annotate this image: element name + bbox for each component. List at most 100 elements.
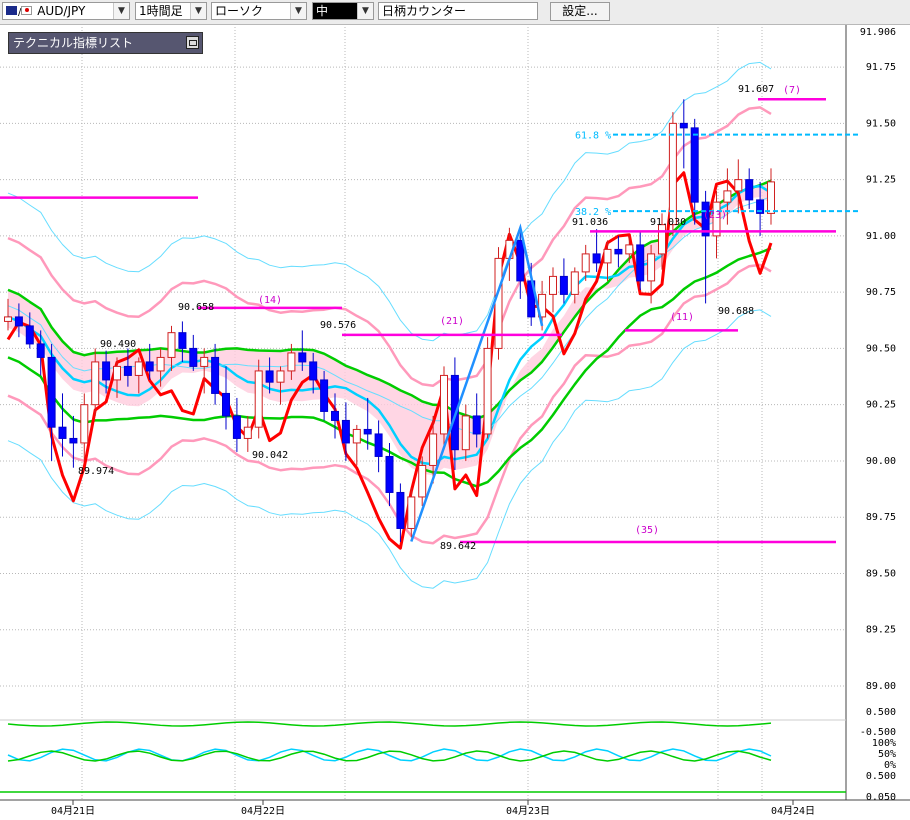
- candle-body: [734, 179, 743, 192]
- count-label: (23): [703, 210, 727, 221]
- fib-618-label: 61.8 %: [575, 131, 611, 142]
- price-label: 89.974: [78, 466, 114, 477]
- candle-body: [385, 455, 394, 493]
- candle-body: [483, 347, 492, 435]
- candle-body: [592, 253, 601, 264]
- candle-body: [123, 365, 132, 376]
- candle-body: [47, 356, 56, 428]
- y-tick-label: 89.00: [866, 681, 896, 692]
- counter-field[interactable]: 日柄カウンター: [378, 2, 538, 20]
- candle-body: [276, 370, 285, 383]
- jpy-flag-icon: [21, 6, 33, 15]
- candle-body: [516, 239, 525, 282]
- y-tick-label: 89.75: [866, 512, 896, 523]
- symbol-label: AUD/JPY: [37, 4, 86, 18]
- count-label: (14): [258, 295, 282, 306]
- candle-body: [243, 426, 252, 439]
- size-label: 中: [316, 4, 329, 18]
- candle-body: [232, 415, 241, 439]
- y-tick-label: 91.00: [866, 231, 896, 242]
- candle-body: [690, 127, 699, 203]
- candle-body: [461, 415, 470, 451]
- candle-body: [767, 181, 775, 214]
- candle-body: [407, 496, 416, 529]
- y-tick-label: 90.00: [866, 456, 896, 467]
- price-label: 91.030: [650, 217, 686, 228]
- chart-canvas: 91.906 91.75 91.50 91.25 91.00 90.75 90.50 90.2…: [0, 24, 910, 817]
- candle-body: [36, 343, 45, 358]
- y-tick-label: 91.25: [866, 175, 896, 186]
- candle-body: [374, 433, 383, 457]
- candle-body: [570, 271, 579, 295]
- candle-body: [254, 370, 263, 428]
- timeframe-select[interactable]: 1時間足 ▼: [135, 2, 207, 20]
- osc-tick-label: 0%: [884, 760, 896, 771]
- candle-body: [549, 275, 557, 295]
- candle-body: [25, 325, 34, 345]
- price-label: 90.576: [320, 320, 356, 331]
- candle-body: [287, 352, 296, 372]
- candle-body: [156, 356, 165, 372]
- price-label: 90.042: [252, 450, 288, 461]
- candle-body: [91, 361, 100, 406]
- candle-body: [113, 365, 121, 381]
- candle-body: [167, 332, 176, 358]
- candle-body: [4, 316, 12, 322]
- indicator-list-panel[interactable]: テクニカル指標リスト: [8, 32, 203, 54]
- aud-flag-icon: [6, 6, 17, 15]
- candle-body: [472, 415, 481, 435]
- y-tick-label: 90.50: [866, 343, 896, 354]
- candle-body: [745, 179, 754, 201]
- osc-tick-label: -0.500: [860, 727, 896, 738]
- count-label: (7): [783, 85, 801, 96]
- count-label: (21): [440, 316, 464, 327]
- chart-type-select[interactable]: ローソク ▼: [211, 2, 307, 20]
- y-tick-label: 91.50: [866, 118, 896, 129]
- price-label: 90.658: [178, 302, 214, 313]
- candle-body: [178, 332, 187, 349]
- symbol-select[interactable]: / AUD/JPY ▼: [2, 2, 130, 20]
- bollinger-upper-outer: [7, 61, 772, 342]
- y-tick-label: 91.75: [866, 62, 896, 73]
- candle-body: [80, 404, 89, 444]
- candle-body: [102, 361, 111, 381]
- candle-body: [668, 122, 677, 226]
- candle-body: [265, 370, 274, 383]
- price-label: 91.036: [572, 217, 608, 228]
- restore-icon[interactable]: [186, 36, 199, 49]
- candle-body: [647, 253, 656, 282]
- chart-type-label: ローソク: [215, 4, 264, 18]
- osc-tick-label: 0.500: [866, 771, 896, 782]
- osc-tick-label: 100%: [872, 738, 896, 749]
- price-label: 90.688: [718, 306, 754, 317]
- candle-body: [309, 361, 318, 381]
- price-label: 91.607: [738, 84, 774, 95]
- chevron-down-icon[interactable]: ▼: [113, 3, 129, 19]
- candle-body: [440, 374, 448, 435]
- candle-body: [679, 122, 688, 129]
- chevron-down-icon[interactable]: ▼: [190, 3, 206, 19]
- x-tick-label: 04月24日: [771, 805, 815, 817]
- x-tick-label: 04月23日: [506, 805, 550, 817]
- candle-body: [363, 428, 372, 435]
- osc-tick-label: 0.500: [866, 707, 896, 718]
- candle-body: [341, 419, 350, 444]
- x-tick-label: 04月21日: [51, 805, 95, 817]
- settings-button[interactable]: 設定...: [550, 2, 610, 21]
- candle-body: [636, 244, 645, 282]
- indicator-list-title: テクニカル指標リスト: [13, 36, 134, 50]
- candle-body: [145, 361, 154, 372]
- price-label: 90.490: [100, 339, 136, 350]
- candle-body: [418, 464, 427, 498]
- counter-label: 日柄カウンター: [382, 4, 467, 18]
- size-select[interactable]: 中 ▼: [312, 2, 374, 20]
- candle-body: [298, 352, 307, 363]
- count-label: (11): [670, 312, 694, 323]
- chevron-down-icon[interactable]: ▼: [290, 3, 306, 19]
- candle-body: [352, 428, 361, 444]
- y-tick-label: 90.25: [866, 400, 896, 411]
- chevron-down-icon[interactable]: ▼: [357, 3, 373, 19]
- candle-body: [222, 392, 230, 417]
- price-label: 89.642: [440, 541, 476, 552]
- candle-body: [69, 437, 78, 444]
